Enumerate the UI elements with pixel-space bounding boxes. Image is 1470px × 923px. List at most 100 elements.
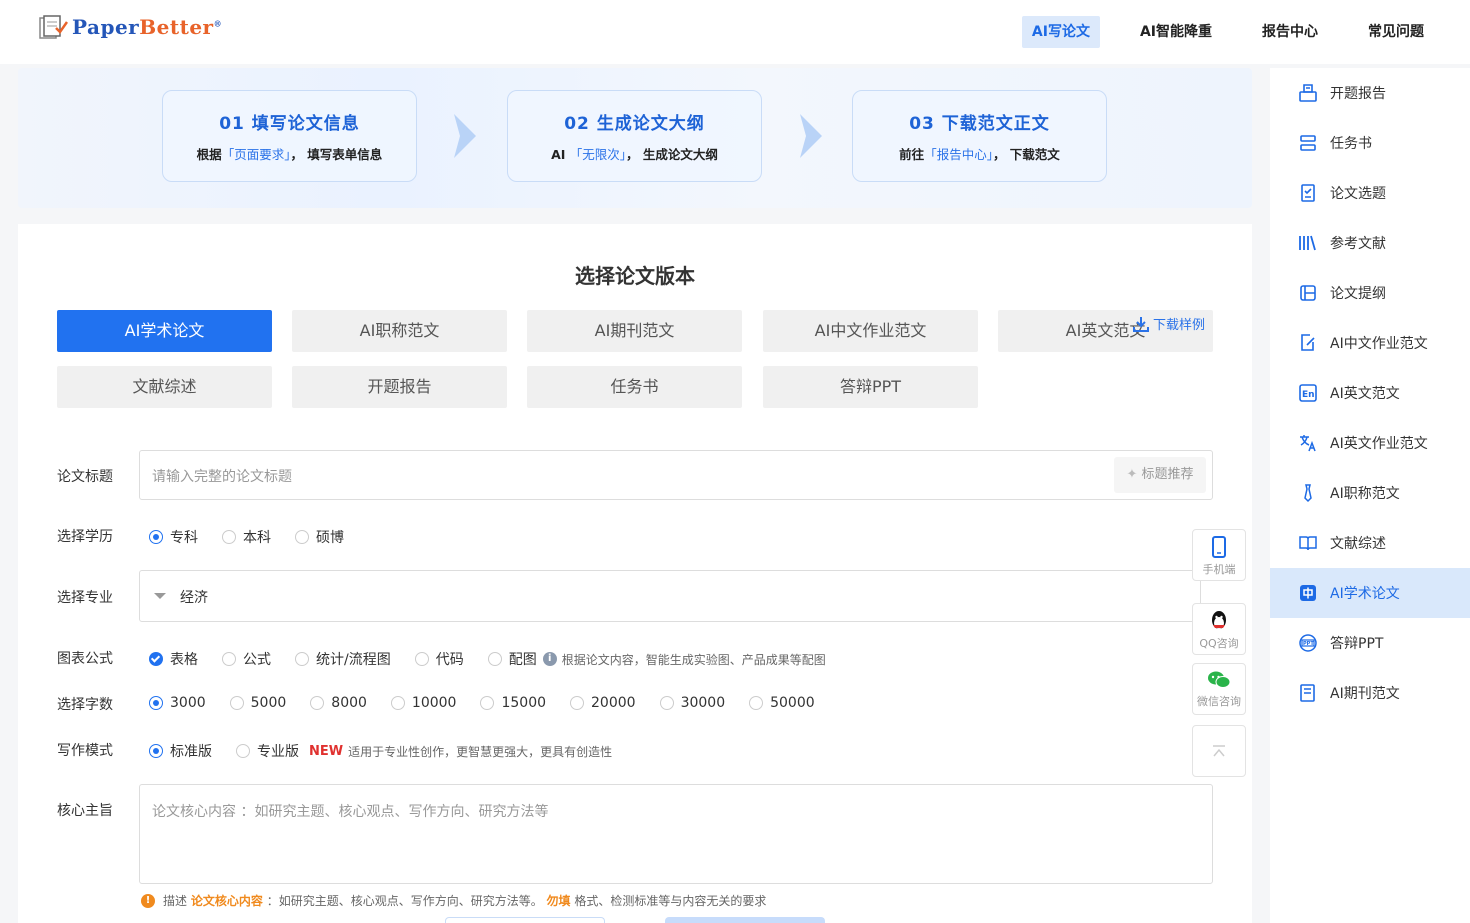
radio-icon [222, 530, 236, 544]
main-form-panel: 选择论文版本 AI学术论文 AI职称范文 AI期刊范文 AI中文作业范文 AI英… [18, 224, 1252, 923]
mobile-button[interactable]: 手机端 [1192, 529, 1246, 581]
radio-icon [149, 530, 163, 544]
sidebar-item-label: AI英文作业范文 [1330, 436, 1428, 452]
checklist-icon [1301, 184, 1315, 202]
version-defense-ppt[interactable]: 答辩PPT [763, 366, 978, 408]
sidebar-item-label: 任务书 [1330, 136, 1372, 152]
sparkle-icon: ✦ [1126, 467, 1142, 482]
mode-option[interactable]: 专业版 [236, 741, 299, 761]
logo[interactable]: PaperBetter® [38, 14, 222, 40]
qq-label: QQ咨询 [1199, 637, 1239, 650]
nav-ai-write[interactable]: AI写论文 [1021, 16, 1100, 48]
chart-label: 图表公式 [57, 651, 113, 667]
core-textarea[interactable]: 论文核心内容 ：如研究主题、核心观点、写作方向、研究方法等 [139, 784, 1213, 884]
info-icon[interactable]: i [542, 652, 557, 666]
edu-option[interactable]: 本科 [222, 527, 271, 547]
ppt-icon: PPT [1299, 634, 1317, 652]
words-option-label: 15000 [501, 695, 547, 711]
chart-option[interactable]: 统计/流程图 [295, 649, 391, 669]
core-note: ! 描述 论文核心内容 ：如研究主题、核心观点、写作方向、研究方法等。 勿填 格… [141, 892, 766, 909]
version-proposal[interactable]: 开题报告 [292, 366, 507, 408]
download-sample-link[interactable]: 下载样例 [1133, 314, 1205, 333]
sidebar-item-label: 答辩PPT [1330, 636, 1384, 652]
chart-option[interactable]: 配图 [487, 649, 537, 669]
mode-option[interactable]: 标准版 [149, 741, 212, 761]
step-3-card: 03 下载范文正文 前往「报告中心」， 下载范文 [852, 90, 1107, 182]
back-to-top-button[interactable] [1192, 725, 1246, 777]
words-option[interactable]: 15000 [480, 695, 546, 711]
version-ai-title[interactable]: AI职称范文 [292, 310, 507, 352]
version-ai-cn-homework[interactable]: AI中文作业范文 [763, 310, 978, 352]
radio-icon [570, 696, 585, 710]
brand-name-a: Paper [72, 15, 140, 39]
primary-action-button[interactable] [665, 917, 825, 923]
edu-option[interactable]: 专科 [149, 527, 198, 547]
step-highlight: 「页面要求」 [221, 147, 291, 162]
edu-option-label: 硕博 [316, 530, 344, 546]
title-suggest-button[interactable]: ✦ 标题推荐 [1114, 457, 1206, 493]
warning-icon: ! [141, 893, 155, 908]
words-option[interactable]: 5000 [229, 695, 286, 711]
wechat-button[interactable]: 微信咨询 [1192, 663, 1246, 715]
core-placeholder: 论文核心内容 ：如研究主题、核心观点、写作方向、研究方法等 [152, 804, 549, 820]
version-ai-academic[interactable]: AI学术论文 [57, 310, 272, 352]
version-literature-review[interactable]: 文献综述 [57, 366, 272, 408]
new-badge: NEW [309, 743, 344, 759]
edu-option[interactable]: 硕博 [295, 527, 344, 547]
sidebar-item-proposal[interactable]: 开题报告 [1270, 68, 1470, 118]
step-desc: ， 下载范文 [992, 147, 1060, 162]
sidebar-item-task-book[interactable]: 任务书 [1270, 118, 1470, 168]
mode-option-label: 专业版 [257, 744, 299, 760]
sidebar-item-ai-academic[interactable]: AI学术论文 [1270, 568, 1470, 618]
words-option-label: 20000 [591, 695, 636, 711]
chart-option[interactable]: 公式 [222, 649, 271, 669]
sidebar-item-ai-journal[interactable]: AI期刊范文 [1270, 668, 1470, 718]
sidebar-item-literature-review[interactable]: 文献综述 [1270, 518, 1470, 568]
step-desc: ， 生成论文大纲 [626, 147, 718, 162]
translate-icon [1300, 435, 1316, 452]
secondary-action-button[interactable] [445, 917, 605, 923]
words-option[interactable]: 20000 [570, 695, 636, 711]
radio-icon [149, 696, 163, 710]
nav-ai-rewrite[interactable]: AI智能降重 [1130, 16, 1222, 48]
task-book-icon [1300, 135, 1316, 151]
sidebar-item-outline[interactable]: 论文提纲 [1270, 268, 1470, 318]
words-option[interactable]: 30000 [659, 695, 726, 711]
radio-icon [749, 696, 764, 710]
sidebar-item-label: AI职称范文 [1330, 486, 1400, 502]
major-select[interactable]: 经济 [139, 570, 1201, 622]
sidebar-item-defense-ppt[interactable]: PPT 答辩PPT [1270, 618, 1470, 668]
words-radio-group: 3000 5000 8000 10000 15000 20000 30000 5… [149, 695, 839, 711]
brand-name-b: Better [139, 15, 214, 39]
chart-option[interactable]: 表格 [149, 649, 198, 669]
chart-option[interactable]: 代码 [414, 649, 464, 669]
sidebar-item-ai-english[interactable]: En AI英文范文 [1270, 368, 1470, 418]
books-icon [1299, 235, 1316, 251]
sidebar-item-label: 开题报告 [1330, 86, 1386, 102]
version-task-book[interactable]: 任务书 [527, 366, 742, 408]
sidebar-item-label: 文献综述 [1330, 536, 1386, 552]
words-option[interactable]: 10000 [390, 695, 457, 711]
words-option-label: 30000 [680, 695, 726, 711]
sidebar-item-references[interactable]: 参考文献 [1270, 218, 1470, 268]
sidebar-item-ai-cn-homework[interactable]: AI中文作业范文 [1270, 318, 1470, 368]
words-option[interactable]: 3000 [149, 695, 206, 711]
words-option-label: 10000 [411, 695, 457, 711]
version-ai-journal[interactable]: AI期刊范文 [527, 310, 742, 352]
check-icon [149, 652, 163, 666]
words-option[interactable]: 8000 [310, 695, 367, 711]
nav-report-center[interactable]: 报告中心 [1252, 16, 1328, 48]
sidebar-item-ai-title[interactable]: AI职称范文 [1270, 468, 1470, 518]
mobile-label: 手机端 [1202, 563, 1236, 576]
sidebar-item-ai-english-homework[interactable]: AI英文作业范文 [1270, 418, 1470, 468]
outline-icon [1300, 285, 1316, 301]
title-input[interactable]: 请输入完整的论文标题 ✦ 标题推荐 [139, 450, 1213, 500]
nav-faq[interactable]: 常见问题 [1358, 16, 1434, 48]
sidebar-item-label: AI英文范文 [1330, 386, 1400, 402]
qq-button[interactable]: QQ咨询 [1192, 603, 1246, 655]
sidebar-item-topic[interactable]: 论文选题 [1270, 168, 1470, 218]
words-option[interactable]: 50000 [749, 695, 815, 711]
words-label: 选择字数 [57, 697, 113, 713]
step-arrow-icon [454, 114, 476, 158]
step-2-card: 02 生成论文大纲 AI 「无限次」， 生成论文大纲 [507, 90, 762, 182]
